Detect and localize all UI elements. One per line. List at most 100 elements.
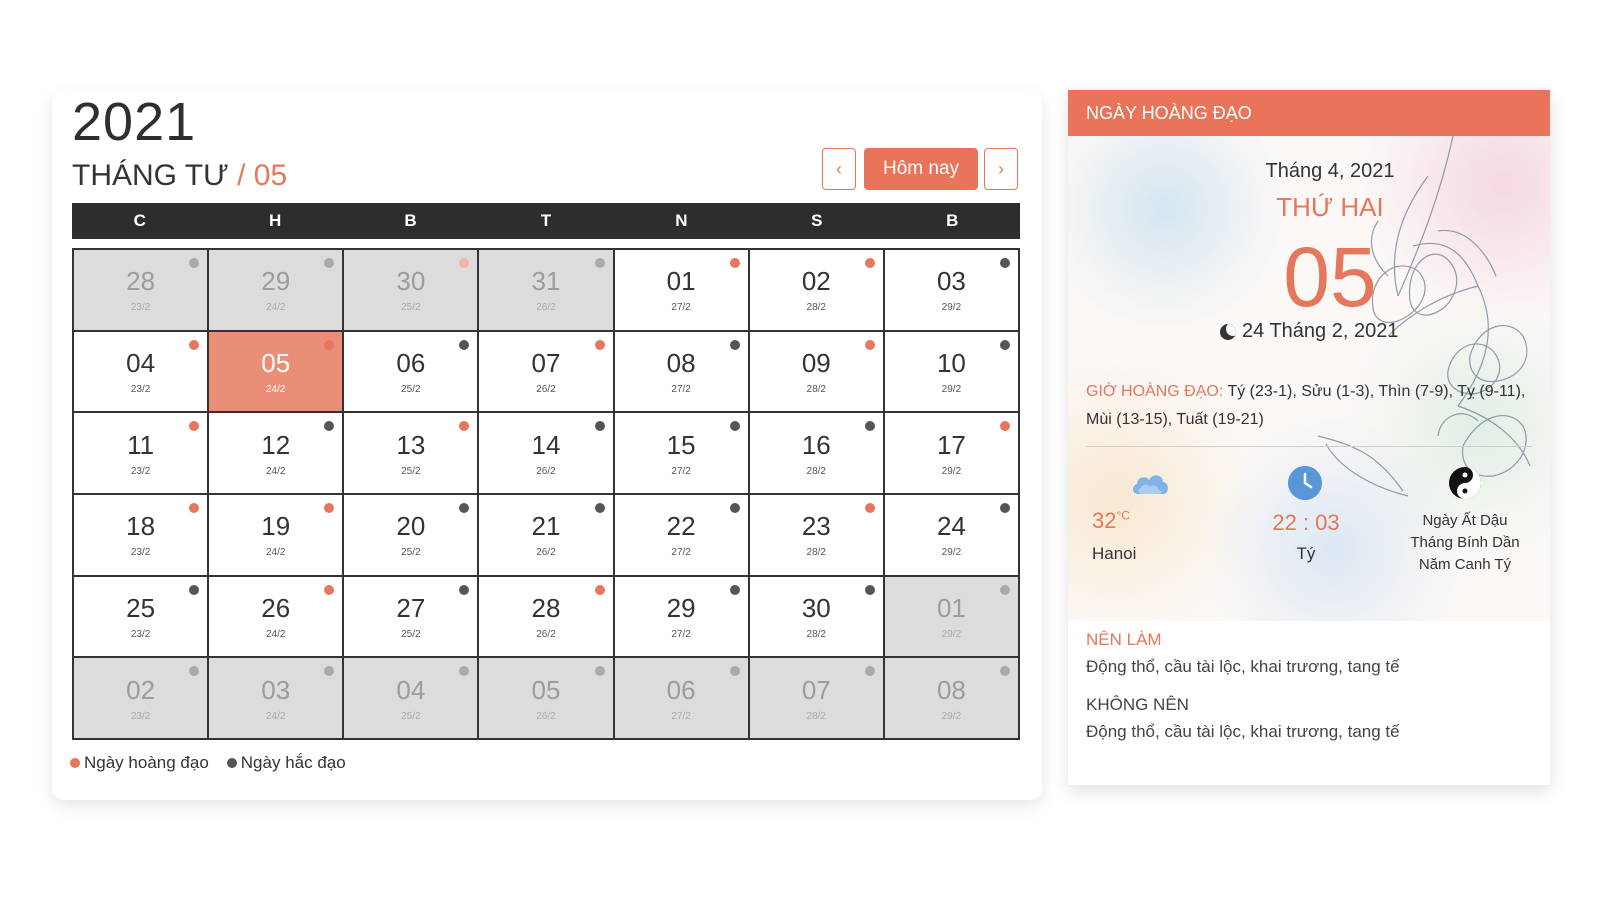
calendar-day[interactable]: 06 25/2 [344,331,478,412]
weekday-label: T [540,211,552,230]
lunar-day: 24/2 [265,628,286,640]
auspicious-hours: GIỜ HOÀNG ĐẠO: Tý (23-1), Sửu (1-3), Thì… [1086,378,1526,434]
good-day-dot-icon [999,421,1010,432]
calendar-day[interactable]: 02 23/2 [74,658,208,738]
calendar-day[interactable]: 29 27/2 [614,576,748,657]
bad-day-dot-icon [459,666,470,677]
bad-day-dot-icon [864,421,875,432]
calendar-day[interactable]: 29 24/2 [209,250,343,330]
temperature-value: 32 [1092,508,1117,533]
lunar-day: 28/2 [806,465,826,477]
good-day-dot-icon [594,339,605,350]
bad-day-dot-icon [729,584,740,595]
month-title: THÁNG TƯ / 05 [72,158,287,194]
day-number: 28 [531,592,561,623]
lunar-day: 28/2 [806,547,826,559]
calendar-day[interactable]: 19 24/2 [209,494,343,575]
day-number: 12 [261,429,291,460]
calendar-day[interactable]: 01 27/2 [614,250,748,330]
day-number: 29 [261,266,291,297]
calendar-day[interactable]: 04 23/2 [74,331,208,412]
lunar-day: 29/2 [941,547,962,559]
prev-month-button[interactable]: ‹ [822,148,856,190]
should-do-value: Động thổ, cầu tài lộc, khai trương, tang… [1086,657,1400,676]
calendar-day[interactable]: 25 23/2 [74,576,208,657]
info-month-label: Tháng 4, 2021 [1265,160,1395,182]
day-number: 01 [666,266,696,297]
calendar-day-selected[interactable]: 05 24/2 [209,331,343,412]
bad-day-dot-icon [459,502,470,513]
calendar-day[interactable]: 14 26/2 [479,413,613,493]
today-button[interactable]: Hôm nay [864,148,978,190]
calendar-day[interactable]: 22 27/2 [614,494,748,575]
lunar-day: 25/2 [401,302,421,314]
year-title: 2021 [72,92,197,152]
day-number: 18 [126,511,156,542]
calendar-day[interactable]: 21 26/2 [479,494,613,575]
divider [1086,446,1532,447]
weekday-header: C H B T N S B [72,203,1020,239]
calendar-day[interactable]: 04 25/2 [344,658,478,738]
calendar-day[interactable]: 16 28/2 [749,413,883,493]
calendar-day[interactable]: 23 28/2 [749,494,883,575]
good-day-dot-icon [729,258,740,268]
calendar-day[interactable]: 02 28/2 [749,250,883,330]
bad-day-dot-icon [999,502,1010,513]
lunar-day: 24/2 [265,465,286,477]
calendar-day[interactable]: 31 26/2 [479,250,613,330]
legend-good-label: Ngày hoàng đạo [84,753,209,772]
day-of-week: THỨ HAI [1276,192,1384,222]
calendar-day[interactable]: 03 29/2 [884,250,1018,330]
yin-yang-icon [1449,467,1481,499]
calendar-day[interactable]: 03 24/2 [209,658,343,738]
weekday-label: C [133,211,146,230]
good-day-dot-icon [459,258,470,268]
calendar-day[interactable]: 30 28/2 [749,576,883,657]
day-number: 09 [801,347,831,378]
legend-bad-label: Ngày hắc đạo [240,753,346,772]
calendar-day[interactable]: 28 23/2 [74,250,208,330]
day-number: 26 [261,592,291,623]
calendar-day[interactable]: 10 29/2 [884,331,1018,412]
calendar-day[interactable]: 13 25/2 [344,413,478,493]
lunar-day: 23/2 [130,547,151,559]
good-day-dot-icon [189,339,200,350]
calendar-day[interactable]: 08 27/2 [614,331,748,412]
bad-day-dot-icon [999,339,1010,350]
day-number: 30 [396,266,426,297]
next-month-button[interactable]: › [984,148,1018,190]
calendar-day[interactable]: 06 27/2 [614,658,748,738]
calendar-day[interactable]: 30 25/2 [344,250,478,330]
lunar-day: 23/2 [130,465,151,477]
calendar-day[interactable]: 26 24/2 [209,576,343,657]
should-do-label: NÊN LÀM [1086,630,1162,649]
hour-name: Tý [1296,544,1316,563]
calendar-day[interactable]: 17 29/2 [884,413,1018,493]
calendar-day[interactable]: 07 26/2 [479,331,613,412]
lunar-day: 23/2 [130,710,151,722]
day-number: 07 [801,674,831,705]
calendar-day[interactable]: 01 29/2 [884,576,1018,657]
bad-day-dot-icon [324,666,335,677]
day-number: 06 [666,674,696,705]
calendar-day[interactable]: 09 28/2 [749,331,883,412]
day-number: 06 [396,347,426,378]
day-number: 04 [396,674,426,705]
calendar-day[interactable]: 24 29/2 [884,494,1018,575]
calendar-day[interactable]: 05 26/2 [479,658,613,738]
bad-day-dot-icon [729,339,740,350]
calendar-day[interactable]: 15 27/2 [614,413,748,493]
day-number: 05 [531,674,561,705]
lunar-day: 28/2 [806,383,826,395]
calendar-day[interactable]: 08 29/2 [884,658,1018,738]
calendar-day[interactable]: 28 26/2 [479,576,613,657]
day-number: 11 [127,429,155,460]
day-number: 08 [936,674,966,705]
calendar-day[interactable]: 20 25/2 [344,494,478,575]
calendar-day[interactable]: 27 25/2 [344,576,478,657]
calendar-day[interactable]: 18 23/2 [74,494,208,575]
calendar-day[interactable]: 11 23/2 [74,413,208,493]
calendar-day[interactable]: 07 28/2 [749,658,883,738]
calendar-day[interactable]: 12 24/2 [209,413,343,493]
lunar-day: 26/2 [536,465,556,477]
